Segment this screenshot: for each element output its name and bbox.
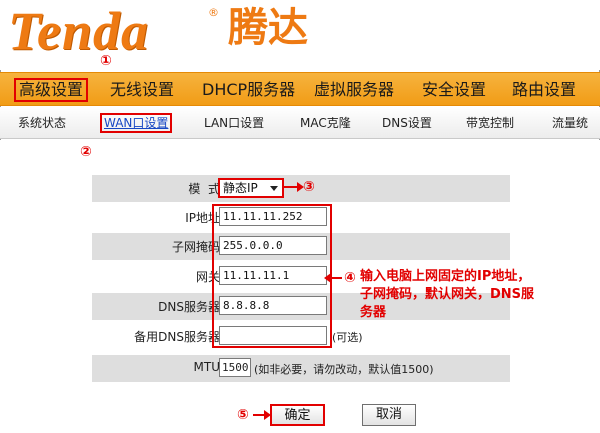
header: Tenda ® 腾达 [0,0,600,70]
row-mtu: MTU 1500 (如非必要，请勿改动，默认值1500) [92,355,510,382]
step-4-arrow [324,273,342,283]
sub-nav: 系统状态 WAN口设置 LAN口设置 MAC克隆 DNS设置 带宽控制 流量统 [0,107,600,139]
step-4-note: 输入电脑上网固定的IP地址，子网掩码，默认网关，DNS服务器 [360,269,535,320]
tab-bandwidth-control[interactable]: 带宽控制 [466,115,514,131]
nav-wireless-settings[interactable]: 无线设置 [110,78,174,102]
tab-traffic-stats[interactable]: 流量统 [552,115,588,131]
mode-select[interactable]: 静态IP [218,178,284,198]
tenda-logo: Tenda [8,1,150,61]
dns-label: DNS服务器 [158,300,220,314]
registered-mark: ® [208,6,219,19]
step-5-arrow [253,410,271,420]
step-5-marker: ⑤ [237,407,249,423]
step-3-marker: ③ [303,179,315,195]
nav-advanced-settings[interactable]: 高级设置 [14,78,89,102]
chevron-down-icon [270,186,278,191]
dns2-label: 备用DNS服务器 [134,330,220,344]
step-3-arrow [282,182,304,192]
main-nav: 高级设置 无线设置 DHCP服务器 虚拟服务器 安全设置 路由设置 [0,72,600,106]
mtu-label: MTU [193,360,220,374]
tab-lan-settings[interactable]: LAN口设置 [204,115,264,131]
optional-hint: (可选) [332,331,363,344]
tab-system-status[interactable]: 系统状态 [18,115,66,131]
mtu-input[interactable]: 1500 [219,358,251,377]
step-4-marker: ④ [344,270,356,286]
tenda-logo-cn: 腾达 [228,5,308,51]
cancel-button[interactable]: 取消 [362,404,416,426]
nav-routing-settings[interactable]: 路由设置 [512,78,576,102]
ok-button[interactable]: 确定 [270,404,325,426]
nav-security-settings[interactable]: 安全设置 [422,78,486,102]
mtu-hint: (如非必要，请勿改动，默认值1500) [254,363,434,376]
tab-wan-settings[interactable]: WAN口设置 [100,113,173,133]
mode-select-value: 静态IP [223,181,258,195]
tab-mac-clone[interactable]: MAC克隆 [300,115,351,131]
step-2-marker: ② [80,144,92,160]
highlight-box [212,204,332,348]
mode-label: 模 式 [188,182,220,196]
nav-dhcp-server[interactable]: DHCP服务器 [202,78,295,102]
tab-dns-settings[interactable]: DNS设置 [382,115,432,131]
nav-virtual-server[interactable]: 虚拟服务器 [314,78,394,102]
step-1-marker: ① [100,53,112,69]
